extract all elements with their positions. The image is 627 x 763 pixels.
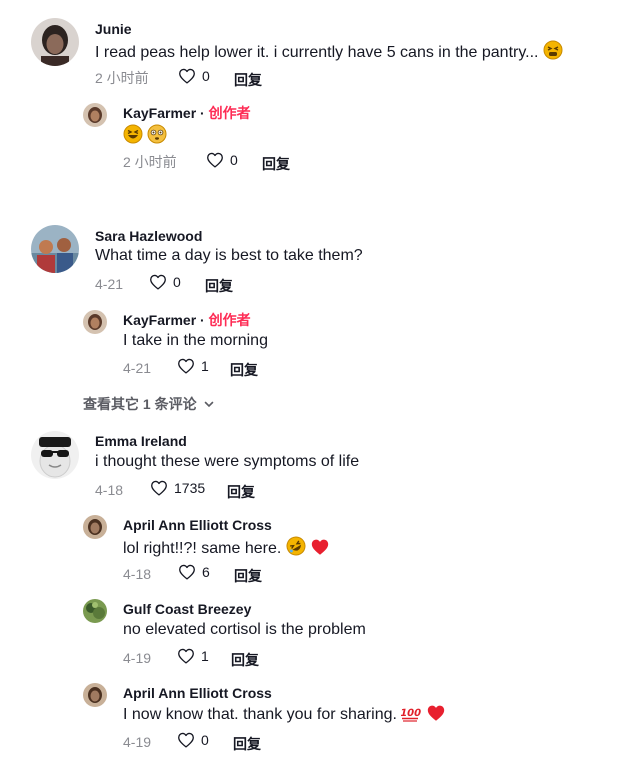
hundred-points-emoji: 100 xyxy=(399,704,422,728)
red-heart-emoji xyxy=(426,704,446,728)
reply-text: lol right!!?! same here. xyxy=(123,536,330,562)
separator-dot: · xyxy=(200,105,205,121)
rolling-laughing-emoji xyxy=(286,536,306,562)
reply-time: 4-19 xyxy=(123,734,152,750)
reply-text xyxy=(123,124,167,150)
like-button[interactable]: 6 xyxy=(178,564,210,580)
reply-button[interactable]: 回复 xyxy=(205,276,233,296)
comment-time: 4-18 xyxy=(95,482,124,498)
reply-time: 2 小时前 xyxy=(123,154,177,170)
reply-time: 4-19 xyxy=(123,650,152,666)
comment-username[interactable]: Sara Hazlewood xyxy=(95,228,202,244)
reply-username[interactable]: April Ann Elliott Cross xyxy=(123,517,272,533)
like-button[interactable]: 0 xyxy=(149,274,181,290)
reply-button[interactable]: 回复 xyxy=(230,360,258,380)
avatar[interactable] xyxy=(83,515,107,539)
like-count: 1 xyxy=(201,358,209,374)
avatar[interactable] xyxy=(31,18,79,66)
reply-username[interactable]: Gulf Coast Breezey xyxy=(123,601,251,617)
like-count: 1735 xyxy=(174,480,206,496)
like-count: 0 xyxy=(173,274,181,290)
like-button[interactable]: 0 xyxy=(177,732,209,748)
reply-time: 4-18 xyxy=(123,566,152,582)
red-heart-emoji xyxy=(310,538,330,562)
like-count: 0 xyxy=(201,732,209,748)
reply-username-row: KayFarmer · 创作者 xyxy=(123,312,251,328)
reply-text: I take in the morning xyxy=(123,332,268,349)
reply-time: 4-21 xyxy=(123,360,152,376)
like-count: 6 xyxy=(202,564,210,580)
like-count: 1 xyxy=(201,648,209,664)
heart-outline-icon xyxy=(149,274,167,290)
reply-button[interactable]: 回复 xyxy=(234,566,262,586)
heart-outline-icon xyxy=(177,358,195,374)
heart-outline-icon xyxy=(150,480,168,496)
separator-dot: · xyxy=(200,312,205,328)
reply-username[interactable]: KayFarmer xyxy=(123,105,196,121)
heart-outline-icon xyxy=(178,564,196,580)
like-button[interactable]: 1 xyxy=(177,358,209,374)
grinning-squint-emoji xyxy=(123,124,143,150)
reply-text-body: lol right!!?! same here. xyxy=(123,540,282,557)
reply-text: no elevated cortisol is the problem xyxy=(123,621,366,638)
like-button[interactable]: 1735 xyxy=(150,480,205,496)
heart-outline-icon xyxy=(177,732,195,748)
heart-outline-icon xyxy=(177,648,195,664)
comment-item: Sara Hazlewood What time a day is best t… xyxy=(0,215,627,415)
avatar[interactable] xyxy=(31,225,79,273)
chevron-down-icon xyxy=(204,401,213,408)
comment-username[interactable]: Junie xyxy=(95,21,132,37)
comment-text: What time a day is best to take them? xyxy=(95,247,363,264)
reply-username[interactable]: KayFarmer xyxy=(123,312,196,328)
heart-outline-icon xyxy=(178,68,196,84)
like-count: 0 xyxy=(230,152,238,168)
avatar[interactable] xyxy=(83,310,107,334)
reply-button[interactable]: 回复 xyxy=(233,734,261,754)
reply-username-row: KayFarmer · 创作者 xyxy=(123,105,251,121)
view-more-label: 查看其它 1 条评论 xyxy=(83,396,197,412)
reply-button[interactable]: 回复 xyxy=(262,154,290,174)
tired-face-emoji xyxy=(543,40,563,66)
comment-text: I read peas help lower it. i currently h… xyxy=(95,40,563,66)
creator-badge: 创作者 xyxy=(208,105,251,121)
comment-time: 4-21 xyxy=(95,276,124,292)
reply-text: I now know that. thank you for sharing. … xyxy=(123,704,446,728)
avatar[interactable] xyxy=(31,431,79,479)
heart-outline-icon xyxy=(206,152,224,168)
comment-username[interactable]: Emma Ireland xyxy=(95,433,187,449)
avatar[interactable] xyxy=(83,103,107,127)
like-count: 0 xyxy=(202,68,210,84)
like-button[interactable]: 1 xyxy=(177,648,209,664)
comment-text-body: I read peas help lower it. i currently h… xyxy=(95,44,539,61)
flushed-face-emoji xyxy=(147,124,167,150)
comment-time: 2 小时前 xyxy=(95,70,149,86)
reply-button[interactable]: 回复 xyxy=(234,70,262,90)
reply-button[interactable]: 回复 xyxy=(231,650,259,670)
comment-text: i thought these were symptoms of life xyxy=(95,453,360,470)
avatar[interactable] xyxy=(83,599,107,623)
avatar[interactable] xyxy=(83,683,107,707)
reply-text-body: I now know that. thank you for sharing. xyxy=(123,706,397,723)
like-button[interactable]: 0 xyxy=(178,68,210,84)
comment-item: Junie I read peas help lower it. i curre… xyxy=(0,0,627,190)
view-more-replies-button[interactable]: 查看其它 1 条评论 xyxy=(83,394,215,414)
creator-badge: 创作者 xyxy=(208,312,251,328)
reply-username[interactable]: April Ann Elliott Cross xyxy=(123,685,272,701)
svg-text:100: 100 xyxy=(401,708,421,719)
like-button[interactable]: 0 xyxy=(206,152,238,168)
reply-button[interactable]: 回复 xyxy=(227,482,255,502)
comment-item: Emma Ireland i thought these were sympto… xyxy=(0,420,627,763)
